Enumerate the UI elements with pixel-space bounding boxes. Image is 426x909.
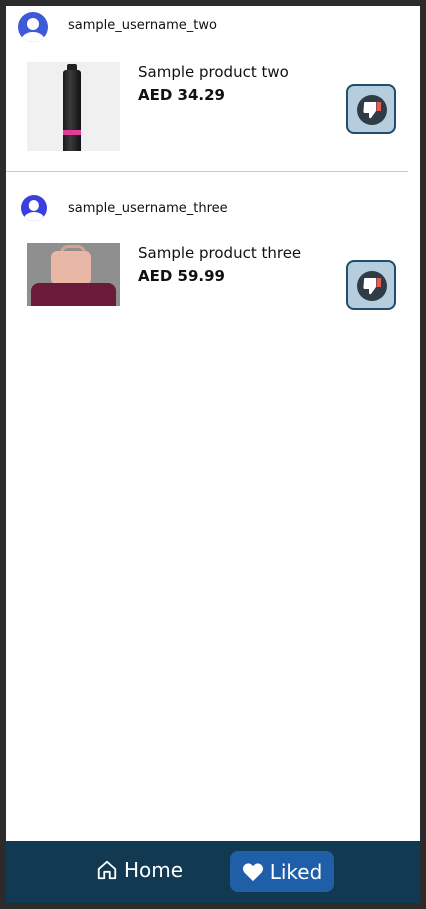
product-name[interactable]: Sample product three: [138, 244, 301, 262]
liked-post: sample_username_two Sample product two A…: [6, 6, 420, 172]
nav-liked-tab[interactable]: Liked: [230, 851, 334, 892]
product-price: AED 34.29: [138, 86, 225, 104]
product-image[interactable]: [27, 62, 120, 151]
dislike-button[interactable]: [346, 260, 396, 310]
bottom-nav: Home Liked: [6, 841, 420, 903]
username[interactable]: sample_username_three: [68, 201, 228, 216]
product-price: AED 59.99: [138, 267, 225, 285]
username[interactable]: sample_username_two: [68, 18, 217, 33]
nav-liked-label: Liked: [269, 859, 323, 884]
post-user-row[interactable]: sample_username_two: [6, 6, 420, 46]
user-avatar-icon[interactable]: [18, 12, 48, 42]
heart-icon: [242, 862, 263, 881]
thumbs-down-icon: [363, 102, 381, 119]
dislike-button[interactable]: [346, 84, 396, 134]
screen: sample_username_two Sample product two A…: [6, 6, 420, 903]
nav-home-label: Home: [124, 858, 184, 882]
liked-post: sample_username_three Sample product thr…: [6, 182, 420, 322]
product-name[interactable]: Sample product two: [138, 63, 289, 81]
user-avatar-icon[interactable]: [21, 195, 47, 221]
product-image[interactable]: [27, 243, 120, 306]
post-divider: [6, 171, 408, 172]
post-user-row[interactable]: sample_username_three: [6, 182, 420, 222]
home-icon: [97, 860, 117, 880]
nav-home-tab[interactable]: Home: [96, 855, 183, 885]
thumbs-down-icon: [363, 278, 381, 295]
